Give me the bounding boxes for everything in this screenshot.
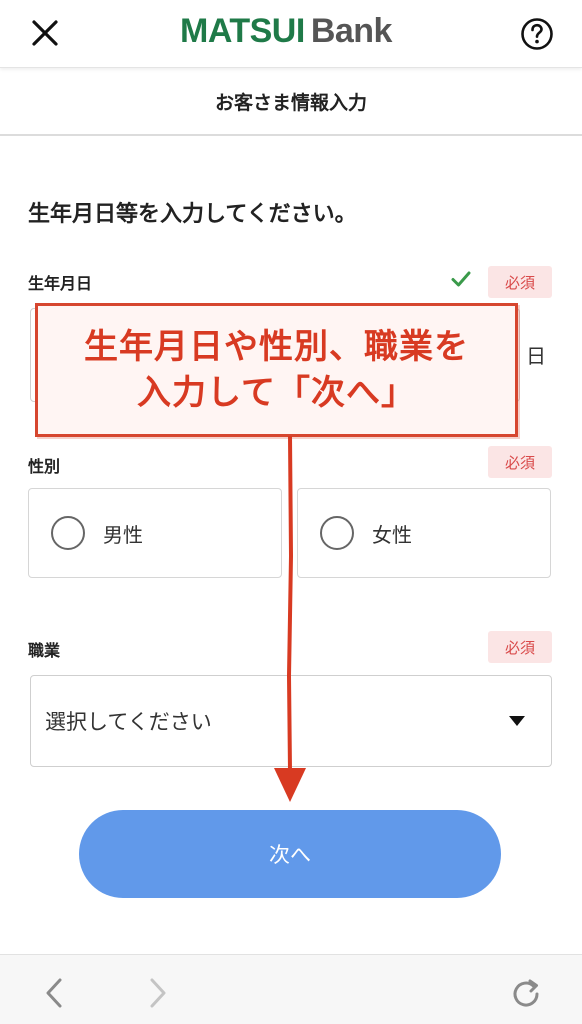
occupation-placeholder: 選択してください (45, 710, 212, 734)
radio-label: 男性 (103, 522, 143, 547)
top-bar: MATSUI Bank (0, 0, 582, 68)
browser-bottom-bar (0, 954, 582, 1024)
form-title: 生年月日等を入力してください。 (28, 202, 357, 227)
birthdate-label: 生年月日 (28, 274, 93, 293)
close-icon[interactable] (26, 14, 64, 52)
day-suffix: 日 (526, 344, 546, 368)
annotation-line-1: 生年月日や性別、職業を (84, 327, 469, 367)
annotation-arrow-icon (274, 436, 306, 802)
page-title: お客さま情報入力 (0, 69, 582, 136)
occupation-label: 職業 (28, 641, 61, 660)
brand-bank: Bank (310, 12, 393, 50)
check-icon (451, 271, 471, 287)
reload-icon[interactable] (508, 976, 544, 1012)
brand-logo: MATSUI Bank (180, 12, 392, 51)
gender-option-male[interactable]: 男性 (28, 488, 282, 578)
required-badge: 必須 (488, 446, 552, 478)
required-badge: 必須 (488, 631, 552, 663)
annotation-line-2: 入力して「次へ」 (137, 373, 416, 413)
radio-button[interactable] (320, 516, 354, 550)
required-badge: 必須 (488, 266, 552, 298)
radio-label: 女性 (372, 522, 412, 547)
chevron-left-icon[interactable] (40, 976, 68, 1010)
brand-matsui: MATSUI (180, 12, 305, 50)
gender-option-female[interactable]: 女性 (297, 488, 551, 578)
radio-button[interactable] (51, 516, 85, 550)
dropdown-arrow-icon (509, 716, 525, 726)
help-icon[interactable] (520, 17, 554, 51)
annotation-callout: 生年月日や性別、職業を 入力して「次へ」 (35, 303, 518, 437)
next-button[interactable]: 次へ (79, 810, 501, 898)
gender-label: 性別 (28, 457, 61, 476)
chevron-right-icon[interactable] (144, 976, 172, 1010)
